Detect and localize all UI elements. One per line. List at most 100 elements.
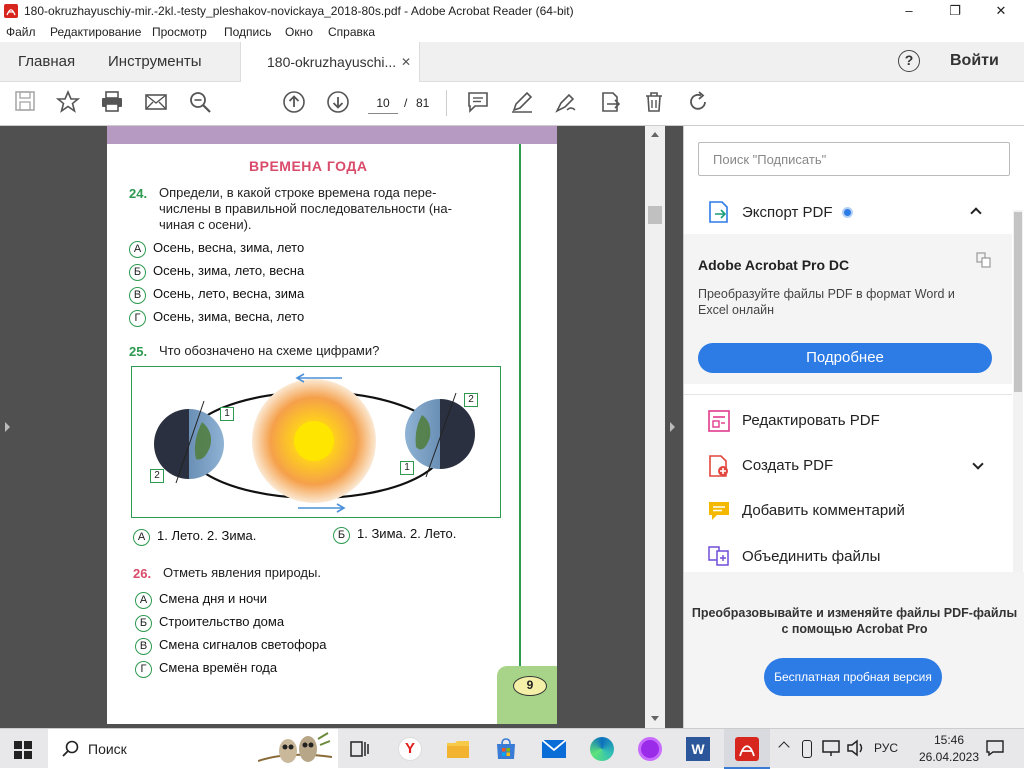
file-explorer-icon[interactable] — [446, 739, 470, 759]
chevron-up-icon[interactable] — [970, 207, 982, 219]
comment-icon[interactable] — [466, 90, 492, 114]
menu-file[interactable]: Файл — [6, 25, 36, 39]
page-number-input[interactable]: 10 — [368, 92, 398, 114]
tab-tools[interactable]: Инструменты — [108, 42, 202, 82]
menu-view[interactable]: Просмотр — [152, 25, 207, 39]
q26-option-d[interactable]: Г Смена времён года — [135, 660, 277, 678]
word-icon[interactable]: W — [686, 737, 710, 761]
option-letter: Б — [135, 615, 152, 632]
q25-option-a[interactable]: А 1. Лето. 2. Зима. — [133, 528, 256, 546]
close-window-button[interactable]: ✕ — [978, 0, 1024, 22]
tab-document-label: 180-okruzhayuschi... — [267, 54, 397, 70]
learn-more-button[interactable]: Подробнее — [698, 343, 992, 373]
edge-browser-icon[interactable] — [590, 737, 614, 761]
highlight-pen-icon[interactable] — [510, 90, 536, 114]
taskbar-search-box[interactable]: Поиск — [48, 729, 338, 769]
tool-combine-files[interactable]: Объединить файлы — [708, 546, 998, 570]
input-language[interactable]: РУС — [874, 741, 898, 755]
tab-home[interactable]: Главная — [18, 42, 75, 82]
scroll-up-arrow[interactable] — [651, 132, 659, 137]
tools-search-input[interactable]: Поиск "Подписать" — [698, 142, 1010, 176]
rotate-icon[interactable] — [686, 90, 712, 114]
menu-window[interactable]: Окно — [285, 25, 313, 39]
acrobat-icon — [4, 4, 18, 18]
q26-number: 26. — [133, 566, 152, 581]
task-view-icon[interactable] — [350, 739, 370, 759]
q26-option-a[interactable]: А Смена дня и ночи — [135, 591, 267, 609]
clock-time[interactable]: 15:46 — [924, 733, 974, 747]
pdf-page: ВРЕМЕНА ГОДА 24. Определи, в какой строк… — [107, 126, 557, 724]
tray-overflow-icon[interactable] — [778, 741, 790, 753]
pane-scroll-thumb[interactable] — [1014, 212, 1022, 392]
label-left-top: 1 — [220, 407, 234, 421]
q24-option-c[interactable]: В Осень, лето, весна, зима — [129, 286, 304, 304]
label-right-top: 2 — [464, 393, 478, 407]
q25-option-b[interactable]: Б 1. Зима. 2. Лето. — [333, 526, 456, 544]
option-letter: Б — [333, 527, 350, 544]
scroll-thumb[interactable] — [648, 206, 662, 224]
free-trial-button[interactable]: Бесплатная пробная версия — [764, 658, 942, 696]
menu-sign[interactable]: Подпись — [224, 25, 272, 39]
minimize-button[interactable]: – — [886, 0, 932, 22]
document-scrollbar[interactable] — [645, 126, 665, 728]
save-icon[interactable] — [14, 90, 40, 114]
yandex-browser-icon[interactable]: Y — [398, 737, 422, 761]
sign-pen-icon[interactable] — [554, 90, 580, 114]
close-tab-icon[interactable]: ✕ — [401, 42, 411, 82]
page-heading: ВРЕМЕНА ГОДА — [249, 158, 368, 174]
export-pdf-icon — [708, 200, 730, 224]
option-text: Смена сигналов светофора — [159, 637, 327, 652]
clock-date[interactable]: 26.04.2023 — [912, 750, 986, 764]
acrobat-taskbar-icon — [735, 737, 759, 761]
acrobat-taskbar-button[interactable] — [724, 729, 770, 769]
purple-app-icon[interactable] — [638, 737, 662, 761]
page-down-icon[interactable] — [326, 90, 352, 114]
share-export-icon[interactable] — [598, 90, 624, 114]
right-pane-toggle-icon[interactable] — [670, 422, 675, 432]
print-icon[interactable] — [100, 90, 126, 114]
menu-edit[interactable]: Редактирование — [50, 25, 141, 39]
q26-option-b[interactable]: Б Строительство дома — [135, 614, 284, 632]
option-text: 1. Зима. 2. Лето. — [357, 526, 457, 541]
tool-label: Объединить файлы — [742, 548, 881, 565]
zoom-search-icon[interactable] — [188, 90, 214, 114]
q24-text-line2: числены в правильной последовательности … — [159, 201, 452, 216]
page-number-badge: 9 — [513, 676, 547, 696]
q26-option-c[interactable]: В Смена сигналов светофора — [135, 637, 326, 655]
notifications-icon[interactable] — [986, 740, 1004, 757]
label-right-bottom: 1 — [400, 461, 414, 475]
signin-button[interactable]: Войти — [950, 52, 999, 70]
q24-option-a[interactable]: А Осень, весна, зима, лето — [129, 240, 304, 258]
help-icon[interactable]: ? — [898, 50, 920, 72]
tool-create-pdf[interactable]: Создать PDF — [708, 455, 998, 479]
page-up-icon[interactable] — [282, 90, 308, 114]
scroll-down-arrow[interactable] — [651, 716, 659, 721]
option-text: 1. Лето. 2. Зима. — [157, 528, 257, 543]
battery-icon[interactable] — [802, 740, 812, 758]
option-text: Осень, весна, зима, лето — [153, 240, 305, 255]
menu-help[interactable]: Справка — [328, 25, 375, 39]
option-text: Осень, зима, лето, весна — [153, 263, 305, 278]
windows-start-icon[interactable] — [14, 741, 32, 759]
volume-icon[interactable] — [846, 739, 866, 757]
option-letter: А — [133, 529, 150, 546]
tool-edit-pdf[interactable]: Редактировать PDF — [708, 410, 998, 434]
export-pdf-title[interactable]: Экспорт PDF — [742, 204, 833, 221]
page-separator: / — [404, 96, 408, 110]
pane-scrollbar[interactable] — [1013, 210, 1023, 580]
store-icon[interactable] — [494, 738, 518, 760]
mail-icon[interactable] — [541, 739, 567, 758]
delete-trash-icon[interactable] — [642, 90, 668, 114]
network-icon[interactable] — [822, 739, 840, 757]
left-pane-toggle-icon[interactable] — [5, 422, 10, 432]
q24-option-b[interactable]: Б Осень, зима, лето, весна — [129, 263, 304, 281]
document-viewport[interactable]: ВРЕМЕНА ГОДА 24. Определи, в какой строк… — [0, 126, 683, 728]
tab-document[interactable]: 180-okruzhayuschi... ✕ — [240, 42, 420, 83]
option-letter: Г — [135, 661, 152, 678]
bookmark-star-icon[interactable] — [55, 89, 82, 114]
tool-add-comment[interactable]: Добавить комментарий — [708, 500, 998, 524]
email-icon[interactable] — [144, 90, 170, 114]
q24-option-d[interactable]: Г Осень, зима, весна, лето — [129, 309, 304, 327]
maximize-button[interactable]: ❐ — [932, 0, 978, 22]
option-letter: В — [135, 638, 152, 655]
